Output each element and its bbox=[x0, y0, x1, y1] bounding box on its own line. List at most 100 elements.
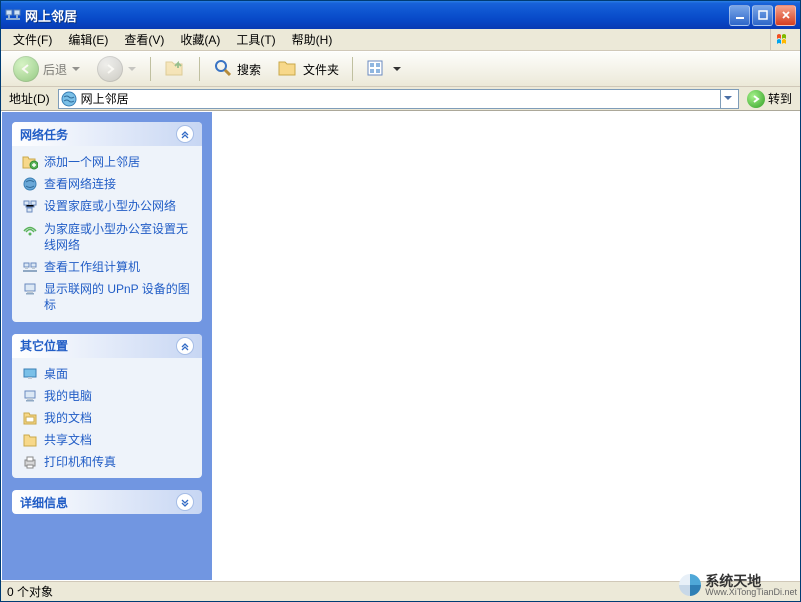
go-label: 转到 bbox=[768, 90, 792, 107]
views-button[interactable] bbox=[360, 55, 408, 84]
panel-details: 详细信息 bbox=[12, 490, 202, 514]
back-button[interactable]: 后退 bbox=[7, 53, 87, 85]
collapse-icon[interactable] bbox=[176, 125, 194, 143]
separator bbox=[199, 57, 200, 81]
search-button[interactable]: 搜索 bbox=[207, 55, 267, 84]
up-button[interactable] bbox=[158, 55, 192, 84]
place-printers-and-faxes[interactable]: 打印机和传真 bbox=[22, 454, 192, 470]
my-computer-icon bbox=[22, 388, 38, 404]
panel-header-network[interactable]: 网络任务 bbox=[12, 122, 202, 146]
window-title: 网上邻居 bbox=[25, 6, 729, 25]
panel-header-other[interactable]: 其它位置 bbox=[12, 334, 202, 358]
my-documents-icon bbox=[22, 410, 38, 426]
task-show-upnp-devices[interactable]: 显示联网的 UPnP 设备的图标 bbox=[22, 281, 192, 313]
back-label: 后退 bbox=[43, 61, 67, 78]
panel-title: 其它位置 bbox=[20, 337, 176, 354]
wireless-icon bbox=[22, 221, 38, 237]
place-my-documents[interactable]: 我的文档 bbox=[22, 410, 192, 426]
task-label: 显示联网的 UPnP 设备的图标 bbox=[44, 281, 192, 313]
folder-up-icon bbox=[164, 58, 186, 81]
toolbar: 后退 搜索 文件夹 bbox=[1, 51, 800, 87]
separator bbox=[352, 57, 353, 81]
shared-documents-icon bbox=[22, 432, 38, 448]
go-icon bbox=[747, 90, 765, 108]
minimize-button[interactable] bbox=[729, 5, 750, 26]
desktop-icon bbox=[22, 366, 38, 382]
views-icon bbox=[366, 58, 388, 81]
content-area[interactable] bbox=[212, 112, 799, 580]
search-icon bbox=[213, 58, 233, 81]
separator bbox=[150, 57, 151, 81]
panel-header-details[interactable]: 详细信息 bbox=[12, 490, 202, 514]
task-label: 我的电脑 bbox=[44, 388, 92, 404]
watermark: 系统天地 Www.XiTongTianDi.net bbox=[677, 572, 797, 598]
panel-body: 桌面 我的电脑 我的文档 共享文档 bbox=[12, 358, 202, 479]
chevron-down-icon bbox=[127, 67, 137, 72]
addressbar: 地址(D) 网上邻居 转到 bbox=[1, 87, 800, 111]
menu-view[interactable]: 查看(V) bbox=[116, 29, 172, 50]
task-view-workgroup[interactable]: 查看工作组计算机 bbox=[22, 259, 192, 275]
network-setup-icon bbox=[22, 198, 38, 214]
menu-edit[interactable]: 编辑(E) bbox=[60, 29, 116, 50]
chevron-down-icon bbox=[71, 67, 81, 72]
task-label: 我的文档 bbox=[44, 410, 92, 426]
task-view-network-connections[interactable]: 查看网络连接 bbox=[22, 176, 192, 192]
menu-favorites[interactable]: 收藏(A) bbox=[172, 29, 228, 50]
workgroup-icon bbox=[22, 259, 38, 275]
sidebar: 网络任务 添加一个网上邻居 查看网络连接 设置家庭或小型办公网络 bbox=[2, 112, 212, 580]
expand-icon[interactable] bbox=[176, 493, 194, 511]
watermark-logo-icon bbox=[677, 572, 703, 598]
place-shared-documents[interactable]: 共享文档 bbox=[22, 432, 192, 448]
place-desktop[interactable]: 桌面 bbox=[22, 366, 192, 382]
folders-button[interactable]: 文件夹 bbox=[271, 55, 345, 84]
forward-button[interactable] bbox=[91, 53, 143, 85]
folder-add-icon bbox=[22, 154, 38, 170]
panel-title: 详细信息 bbox=[20, 494, 176, 511]
panel-other-places: 其它位置 桌面 我的电脑 我的文档 bbox=[12, 334, 202, 479]
menu-help[interactable]: 帮助(H) bbox=[284, 29, 341, 50]
chevron-down-icon bbox=[392, 67, 402, 72]
task-add-network-place[interactable]: 添加一个网上邻居 bbox=[22, 154, 192, 170]
panel-body: 添加一个网上邻居 查看网络连接 设置家庭或小型办公网络 为家庭或小型办公室设置无… bbox=[12, 146, 202, 322]
address-dropdown[interactable] bbox=[720, 90, 736, 108]
task-label: 打印机和传真 bbox=[44, 454, 116, 470]
task-label: 为家庭或小型办公室设置无线网络 bbox=[44, 221, 192, 253]
back-icon bbox=[13, 56, 39, 82]
task-label: 设置家庭或小型办公网络 bbox=[44, 198, 176, 214]
folders-icon bbox=[277, 58, 299, 81]
network-icon bbox=[22, 176, 38, 192]
panel-network-tasks: 网络任务 添加一个网上邻居 查看网络连接 设置家庭或小型办公网络 bbox=[12, 122, 202, 322]
maximize-button[interactable] bbox=[752, 5, 773, 26]
search-label: 搜索 bbox=[237, 61, 261, 78]
address-text: 网上邻居 bbox=[81, 90, 716, 107]
forward-icon bbox=[97, 56, 123, 82]
task-setup-wireless-network[interactable]: 为家庭或小型办公室设置无线网络 bbox=[22, 221, 192, 253]
printer-icon bbox=[22, 454, 38, 470]
watermark-text: 系统天地 bbox=[705, 574, 797, 588]
task-label: 查看工作组计算机 bbox=[44, 259, 140, 275]
window: 网上邻居 文件(F) 编辑(E) 查看(V) 收藏(A) 工具(T) 帮助(H)… bbox=[0, 0, 801, 602]
menubar: 文件(F) 编辑(E) 查看(V) 收藏(A) 工具(T) 帮助(H) bbox=[1, 29, 800, 51]
task-label: 桌面 bbox=[44, 366, 68, 382]
address-input[interactable]: 网上邻居 bbox=[58, 89, 739, 109]
app-icon bbox=[5, 7, 21, 23]
panel-title: 网络任务 bbox=[20, 126, 176, 143]
collapse-icon[interactable] bbox=[176, 337, 194, 355]
window-buttons bbox=[729, 5, 796, 26]
place-my-computer[interactable]: 我的电脑 bbox=[22, 388, 192, 404]
task-label: 共享文档 bbox=[44, 432, 92, 448]
menu-tools[interactable]: 工具(T) bbox=[228, 29, 283, 50]
main: 网络任务 添加一个网上邻居 查看网络连接 设置家庭或小型办公网络 bbox=[2, 112, 799, 580]
task-setup-home-network[interactable]: 设置家庭或小型办公网络 bbox=[22, 198, 192, 214]
task-label: 添加一个网上邻居 bbox=[44, 154, 140, 170]
task-label: 查看网络连接 bbox=[44, 176, 116, 192]
go-button[interactable]: 转到 bbox=[743, 90, 796, 108]
close-button[interactable] bbox=[775, 5, 796, 26]
menu-file[interactable]: 文件(F) bbox=[5, 29, 60, 50]
titlebar[interactable]: 网上邻居 bbox=[1, 1, 800, 29]
folders-label: 文件夹 bbox=[303, 61, 339, 78]
status-text: 0 个对象 bbox=[7, 583, 53, 600]
watermark-url: Www.XiTongTianDi.net bbox=[705, 588, 797, 597]
windows-flag-icon bbox=[770, 29, 798, 51]
network-neighborhood-icon bbox=[61, 91, 77, 107]
